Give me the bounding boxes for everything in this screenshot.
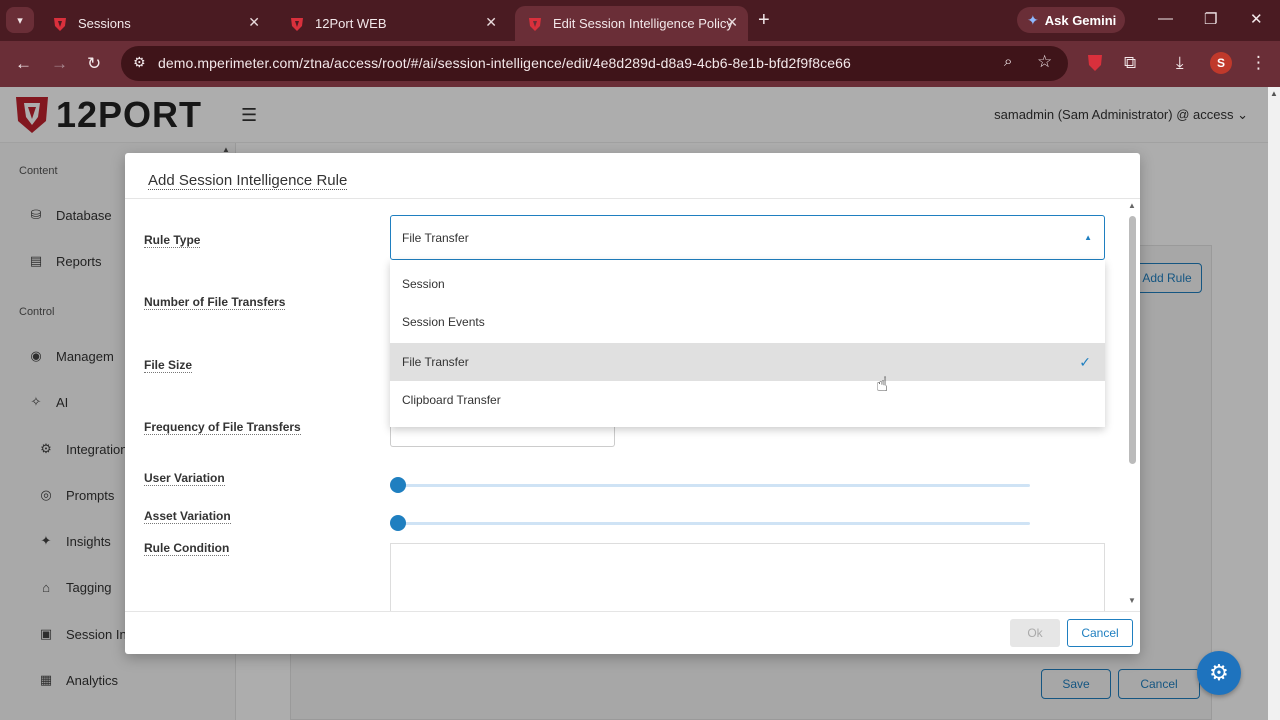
option-label: Session Events — [402, 315, 485, 329]
tab-title: Edit Session Intelligence Policy — [553, 16, 733, 31]
scroll-up-icon[interactable]: ▲ — [1128, 201, 1136, 210]
extensions-puzzle-icon[interactable]: ⧉ — [1124, 53, 1136, 73]
rule-condition-editor[interactable] — [390, 543, 1105, 611]
option-clipboard-transfer[interactable]: Clipboard Transfer — [390, 381, 1105, 419]
gemini-sparkle-icon: ✦ — [1027, 11, 1039, 28]
option-session[interactable]: Session — [390, 265, 1105, 303]
tab-search-button[interactable]: ▾ — [6, 7, 34, 33]
scroll-up-icon[interactable]: ▲ — [1270, 89, 1278, 98]
rule-type-selected-value: File Transfer — [402, 231, 469, 245]
close-tab-icon[interactable]: ✕ — [726, 14, 738, 31]
asset-variation-slider-thumb[interactable] — [390, 515, 406, 531]
option-label: Session — [402, 277, 445, 291]
browser-tab-edit-policy[interactable]: Edit Session Intelligence Policy ✕ — [515, 6, 748, 41]
close-window-icon[interactable]: ✕ — [1250, 10, 1263, 28]
browser-toolbar: ← → ↻ ⚙ demo.mperimeter.com/ztna/access/… — [0, 41, 1280, 87]
ask-gemini-label: Ask Gemini — [1044, 12, 1117, 28]
user-variation-slider-track[interactable] — [390, 484, 1030, 487]
frequency-of-file-transfers-label: Frequency of File Transfers — [144, 420, 301, 435]
asset-variation-label: Asset Variation — [144, 509, 231, 524]
new-tab-icon[interactable]: + — [758, 9, 770, 32]
option-file-transfer[interactable]: File Transfer ✓ — [390, 343, 1105, 381]
url-text[interactable]: demo.mperimeter.com/ztna/access/root/#/a… — [158, 55, 851, 71]
option-session-events[interactable]: Session Events — [390, 303, 1105, 341]
rule-type-dropdown-menu: Session Session Events File Transfer ✓ C… — [390, 260, 1105, 427]
browser-menu-icon[interactable]: ⋮ — [1250, 53, 1267, 73]
option-label: File Transfer — [402, 355, 469, 369]
page-scrollbar[interactable]: ▲ — [1268, 87, 1280, 720]
12port-favicon-icon — [291, 17, 303, 31]
12port-favicon-icon — [54, 17, 66, 31]
site-info-icon[interactable]: ⚙ — [133, 54, 146, 71]
12port-extension-icon[interactable] — [1087, 54, 1103, 72]
address-bar[interactable]: ⚙ demo.mperimeter.com/ztna/access/root/#… — [121, 46, 1068, 81]
close-tab-icon[interactable]: ✕ — [485, 14, 497, 31]
dialog-title: Add Session Intelligence Rule — [148, 172, 348, 190]
dialog-divider — [125, 198, 1140, 199]
user-variation-slider-thumb[interactable] — [390, 477, 406, 493]
rule-type-label: Rule Type — [144, 233, 201, 248]
download-icon[interactable]: ⤓ — [1176, 53, 1184, 73]
user-variation-label: User Variation — [144, 471, 225, 486]
zoom-icon[interactable]: ⌕ — [1004, 53, 1012, 70]
option-label: Clipboard Transfer — [402, 393, 501, 407]
dialog-scrollbar[interactable]: ▲ ▼ — [1127, 201, 1138, 609]
reload-icon[interactable]: ↻ — [87, 54, 101, 74]
minimize-icon[interactable]: — — [1158, 10, 1173, 27]
hand-pointer-cursor-icon: ☝ — [876, 374, 889, 396]
forward-icon[interactable]: → — [51, 54, 68, 74]
browser-tab-12port-web[interactable]: 12Port WEB ✕ — [277, 6, 507, 41]
add-rule-dialog: Add Session Intelligence Rule Rule Type … — [125, 153, 1140, 654]
file-size-label: File Size — [144, 358, 193, 373]
rule-condition-label: Rule Condition — [144, 541, 230, 556]
dropdown-caret-icon: ▲ — [1084, 233, 1092, 242]
checkmark-icon: ✓ — [1079, 353, 1091, 370]
scrollbar-thumb[interactable] — [1129, 216, 1136, 464]
ask-gemini-button[interactable]: ✦ Ask Gemini — [1017, 7, 1125, 33]
asset-variation-slider-track[interactable] — [390, 522, 1030, 525]
settings-gear-fab-icon[interactable]: ⚙ — [1197, 651, 1241, 695]
rule-type-select[interactable]: File Transfer ▲ — [390, 215, 1105, 260]
restore-icon[interactable]: ❐ — [1204, 10, 1217, 28]
12port-favicon-icon — [529, 17, 541, 31]
cancel-button[interactable]: Cancel — [1067, 619, 1133, 647]
profile-avatar[interactable]: S — [1210, 52, 1232, 74]
browser-tab-bar: ▾ Sessions ✕ 12Port WEB ✕ Edit Session I… — [0, 0, 1280, 41]
close-tab-icon[interactable]: ✕ — [248, 14, 260, 31]
bookmark-star-icon[interactable]: ☆ — [1037, 52, 1052, 72]
tab-title: Sessions — [78, 16, 131, 31]
scroll-down-icon[interactable]: ▼ — [1128, 596, 1136, 605]
number-of-file-transfers-label: Number of File Transfers — [144, 295, 286, 310]
dialog-footer-divider — [125, 611, 1140, 612]
browser-tab-sessions[interactable]: Sessions ✕ — [40, 6, 270, 41]
back-icon[interactable]: ← — [15, 54, 32, 74]
tab-title: 12Port WEB — [315, 16, 387, 31]
ok-button[interactable]: Ok — [1010, 619, 1060, 647]
